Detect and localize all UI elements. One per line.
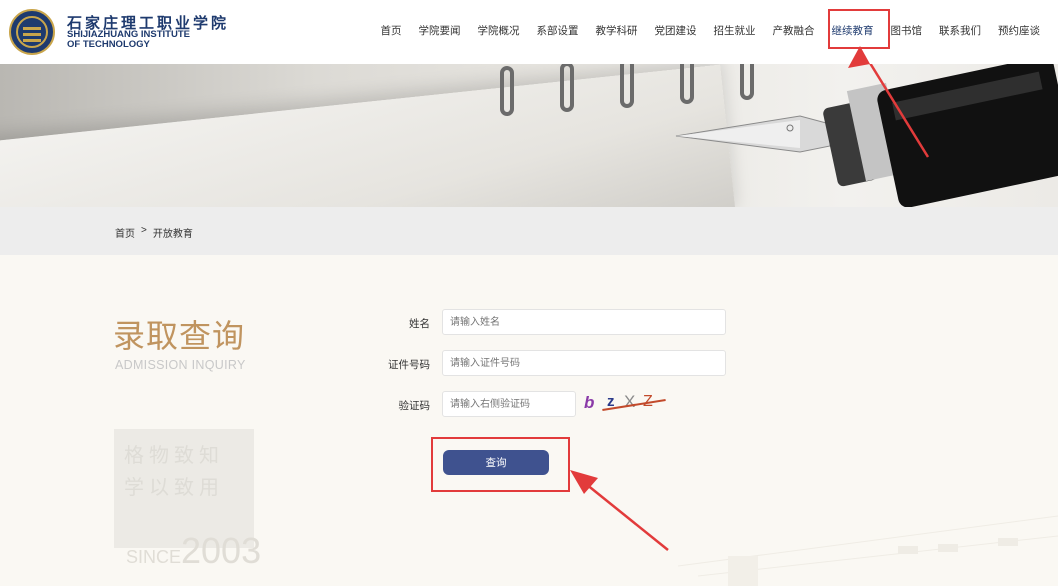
nav-item-library[interactable]: 图书馆 xyxy=(891,23,923,38)
emblem-stripe xyxy=(23,39,41,42)
motto-line-1: 格物致知 xyxy=(124,443,224,467)
banner-image xyxy=(0,64,1058,207)
nav-item-departments[interactable]: 系部设置 xyxy=(537,23,579,38)
captcha-input[interactable] xyxy=(442,391,576,417)
nav-item-appointment[interactable]: 预约座谈 xyxy=(998,23,1040,38)
school-name-en-line2: OF TECHNOLOGY xyxy=(67,39,150,50)
button-highlight-box xyxy=(431,437,570,492)
breadcrumb: 首页 > 开放教育 xyxy=(115,225,193,240)
annotation-arrowhead-top xyxy=(848,46,870,68)
captcha-char: b xyxy=(584,393,595,412)
motto-line-2: 学以致用 xyxy=(124,475,224,499)
captcha-char: X xyxy=(624,392,636,411)
name-label: 姓名 xyxy=(409,318,430,330)
since-year: 2003 xyxy=(181,530,262,571)
nav-item-research[interactable]: 教学科研 xyxy=(596,23,638,38)
since-prefix: SINCE xyxy=(126,547,182,567)
breadcrumb-separator-icon: > xyxy=(141,225,147,236)
breadcrumb-home[interactable]: 首页 xyxy=(115,225,135,240)
page-title: 录取查询 xyxy=(113,318,246,354)
nav-item-party[interactable]: 党团建设 xyxy=(655,23,697,38)
emblem-ring xyxy=(16,16,48,48)
nav-item-industry[interactable]: 产教融合 xyxy=(773,23,815,38)
main-nav: 首页 学院要闻 学院概况 系部设置 教学科研 党团建设 招生就业 产教融合 继续… xyxy=(364,23,1041,38)
id-number-input[interactable] xyxy=(442,350,726,376)
name-input[interactable] xyxy=(442,309,726,335)
annotation-arrow-top xyxy=(869,64,930,158)
school-name-en: SHIJIAZHUANG INSTITUTE OF TECHNOLOGY xyxy=(67,30,207,50)
nav-item-contact[interactable]: 联系我们 xyxy=(939,23,981,38)
nav-highlight-box xyxy=(828,9,890,49)
breadcrumb-current: 开放教育 xyxy=(152,229,193,240)
captcha-image[interactable]: b z X Z xyxy=(580,390,670,418)
id-number-label: 证件号码 xyxy=(388,359,430,371)
captcha-label: 验证码 xyxy=(398,400,431,412)
emblem-stripe xyxy=(23,33,41,36)
campus-sketch-background xyxy=(677,515,1058,586)
nav-item-overview[interactable]: 学院概况 xyxy=(478,23,520,38)
school-emblem-icon[interactable] xyxy=(9,9,55,55)
emblem-stripe xyxy=(23,27,41,30)
page-subtitle: ADMISSION INQUIRY xyxy=(115,358,246,372)
nav-item-admissions[interactable]: 招生就业 xyxy=(714,23,756,38)
site-header: 石家庄理工职业学院 SHIJIAZHUANG INSTITUTE OF TECH… xyxy=(0,0,1058,64)
nav-item-home[interactable]: 首页 xyxy=(381,23,402,38)
since-2003: SINCE2003 xyxy=(126,530,261,572)
nav-item-news[interactable]: 学院要闻 xyxy=(419,23,461,38)
